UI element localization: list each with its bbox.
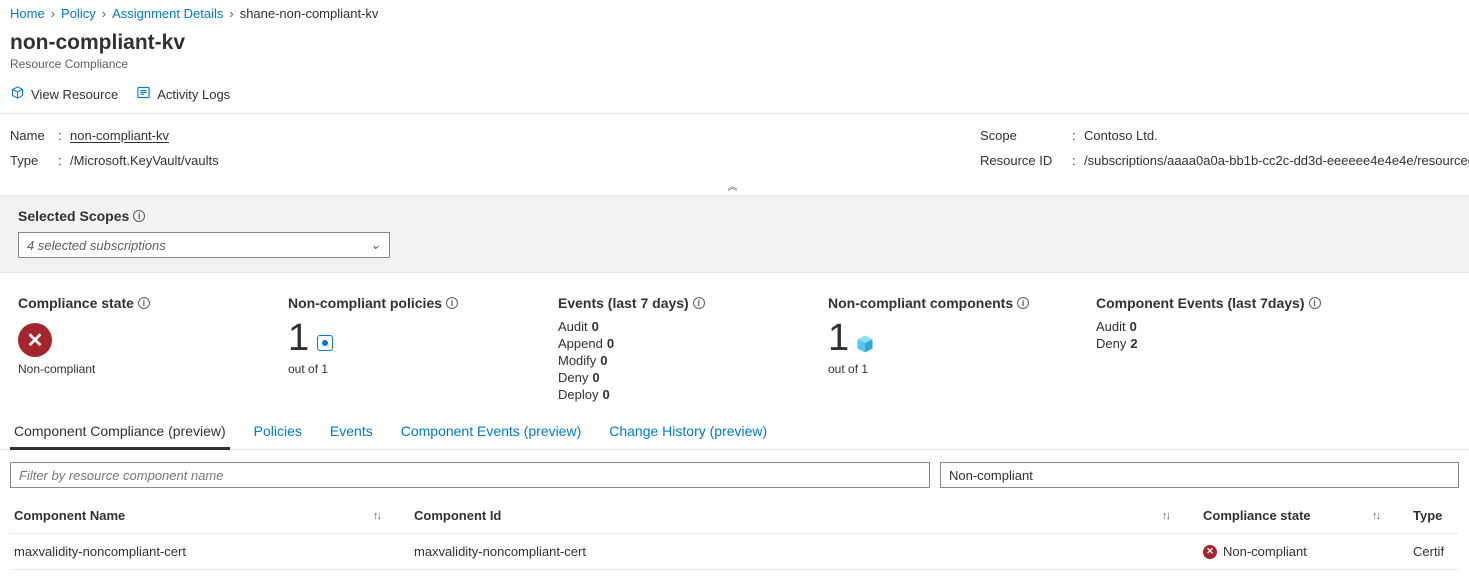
info-icon[interactable]: i [1017, 297, 1029, 309]
chevron-down-icon: ⌄ [370, 237, 381, 253]
stat-nc-components: Non-compliant components i 1 out of 1 [828, 295, 1096, 404]
info-icon[interactable]: i [693, 297, 705, 309]
tab-policies[interactable]: Policies [250, 415, 306, 450]
filter-compliance-dropdown[interactable]: Non-compliant [940, 462, 1459, 488]
stat-nc-policies: Non-compliant policies i 1 out of 1 [288, 295, 558, 404]
breadcrumb: Home › Policy › Assignment Details › sha… [0, 0, 1469, 27]
cell-compliance-state: ✕ Non-compliant [1199, 536, 1409, 567]
breadcrumb-assignment-details[interactable]: Assignment Details [112, 6, 223, 21]
info-icon[interactable]: i [446, 297, 458, 309]
stat-nc-policies-total: out of 1 [288, 362, 558, 376]
prop-type-label: Type [10, 153, 58, 168]
breadcrumb-current: shane-non-compliant-kv [240, 6, 379, 21]
tab-change-history[interactable]: Change History (preview) [605, 415, 771, 450]
breadcrumb-policy[interactable]: Policy [61, 6, 96, 21]
components-table: Component Name ↑↓ Component Id ↑↓ Compli… [0, 498, 1469, 584]
stat-compliance-title: Compliance state [18, 295, 134, 311]
sort-icon: ↑↓ [373, 510, 380, 522]
filter-row: Non-compliant [0, 450, 1469, 498]
info-icon[interactable]: i [138, 297, 150, 309]
sort-icon: ↑↓ [1162, 510, 1169, 522]
prop-type-value: /Microsoft.KeyVault/vaults [70, 153, 219, 168]
chevron-right-icon: › [229, 6, 233, 21]
col-type[interactable]: Type [1409, 500, 1459, 531]
page-header: non-compliant-kv Resource Compliance [0, 27, 1469, 73]
comp-event-deny: Deny2 [1096, 336, 1366, 351]
cell-component-name: maxvalidity-noncompliant-cert [10, 536, 410, 567]
command-bar: View Resource Activity Logs [0, 73, 1469, 114]
event-deploy: Deploy0 [558, 387, 828, 402]
error-icon: ✕ [18, 323, 52, 357]
tab-component-compliance[interactable]: Component Compliance (preview) [10, 415, 230, 450]
stat-events: Events (last 7 days) i Audit0 Append0 Mo… [558, 295, 828, 404]
stat-nc-policies-count: 1 [288, 319, 309, 357]
stat-nc-policies-title: Non-compliant policies [288, 295, 442, 311]
col-compliance-state[interactable]: Compliance state ↑↓ [1199, 500, 1409, 531]
stat-component-events-title: Component Events (last 7days) [1096, 295, 1305, 311]
prop-name-label: Name [10, 128, 58, 143]
event-audit: Audit0 [558, 319, 828, 334]
cell-component-id: maxvalidity-noncompliant-cert [410, 536, 1199, 567]
selected-scopes-section: Selected Scopes i 4 selected subscriptio… [0, 195, 1469, 273]
filter-compliance-value: Non-compliant [949, 468, 1033, 483]
cube-icon [855, 334, 875, 357]
prop-resourceid-label: Resource ID [980, 153, 1072, 168]
col-component-id[interactable]: Component Id ↑↓ [410, 500, 1199, 531]
event-append: Append0 [558, 336, 828, 351]
page-subtitle: Resource Compliance [10, 57, 1459, 71]
prop-resourceid-value: /subscriptions/aaaa0a0a-bb1b-cc2c-dd3d-e… [1084, 153, 1469, 168]
stat-nc-components-title: Non-compliant components [828, 295, 1013, 311]
event-deny: Deny0 [558, 370, 828, 385]
view-resource-button[interactable]: View Resource [10, 85, 118, 103]
properties-section: Name : non-compliant-kv Type : /Microsof… [0, 114, 1469, 176]
info-icon[interactable]: i [1309, 297, 1321, 309]
prop-name-value[interactable]: non-compliant-kv [70, 128, 169, 143]
scope-dropdown[interactable]: 4 selected subscriptions ⌄ [18, 232, 390, 258]
prop-scope-value: Contoso Ltd. [1084, 128, 1158, 143]
page-title: non-compliant-kv [10, 31, 1459, 55]
table-header-row: Component Name ↑↓ Component Id ↑↓ Compli… [10, 498, 1459, 534]
event-modify: Modify0 [558, 353, 828, 368]
stats-row: Compliance state i ✕ Non-compliant Non-c… [0, 273, 1469, 414]
tab-events[interactable]: Events [326, 415, 377, 450]
prop-scope-label: Scope [980, 128, 1072, 143]
chevron-right-icon: › [51, 6, 55, 21]
sort-icon: ↑↓ [1372, 510, 1379, 522]
col-component-name[interactable]: Component Name ↑↓ [10, 500, 410, 531]
chevron-right-icon: › [102, 6, 106, 21]
comp-event-audit: Audit0 [1096, 319, 1366, 334]
selected-scopes-label: Selected Scopes [18, 208, 129, 224]
table-row[interactable]: maxvalidity-noncompliant-cert maxvalidit… [10, 534, 1459, 570]
stat-nc-components-total: out of 1 [828, 362, 1096, 376]
cube-outline-icon [10, 85, 25, 103]
error-icon: ✕ [1203, 545, 1217, 559]
scope-dropdown-value: 4 selected subscriptions [27, 238, 166, 253]
tab-component-events[interactable]: Component Events (preview) [397, 415, 586, 450]
stat-events-title: Events (last 7 days) [558, 295, 689, 311]
activity-logs-button[interactable]: Activity Logs [136, 85, 230, 103]
stat-compliance-value: Non-compliant [18, 362, 288, 376]
view-resource-label: View Resource [31, 87, 118, 102]
tab-bar: Component Compliance (preview) Policies … [0, 414, 1469, 450]
cell-type: Certif [1409, 536, 1459, 567]
stat-compliance-state: Compliance state i ✕ Non-compliant [18, 295, 288, 404]
collapse-toggle[interactable]: ︽ [0, 176, 1469, 195]
stat-nc-components-count: 1 [828, 319, 849, 357]
activity-logs-label: Activity Logs [157, 87, 230, 102]
stat-component-events: Component Events (last 7days) i Audit0 D… [1096, 295, 1366, 404]
info-icon[interactable]: i [133, 210, 145, 222]
list-icon [136, 85, 151, 103]
policy-icon [317, 335, 335, 353]
filter-name-input[interactable] [10, 462, 930, 488]
breadcrumb-home[interactable]: Home [10, 6, 45, 21]
